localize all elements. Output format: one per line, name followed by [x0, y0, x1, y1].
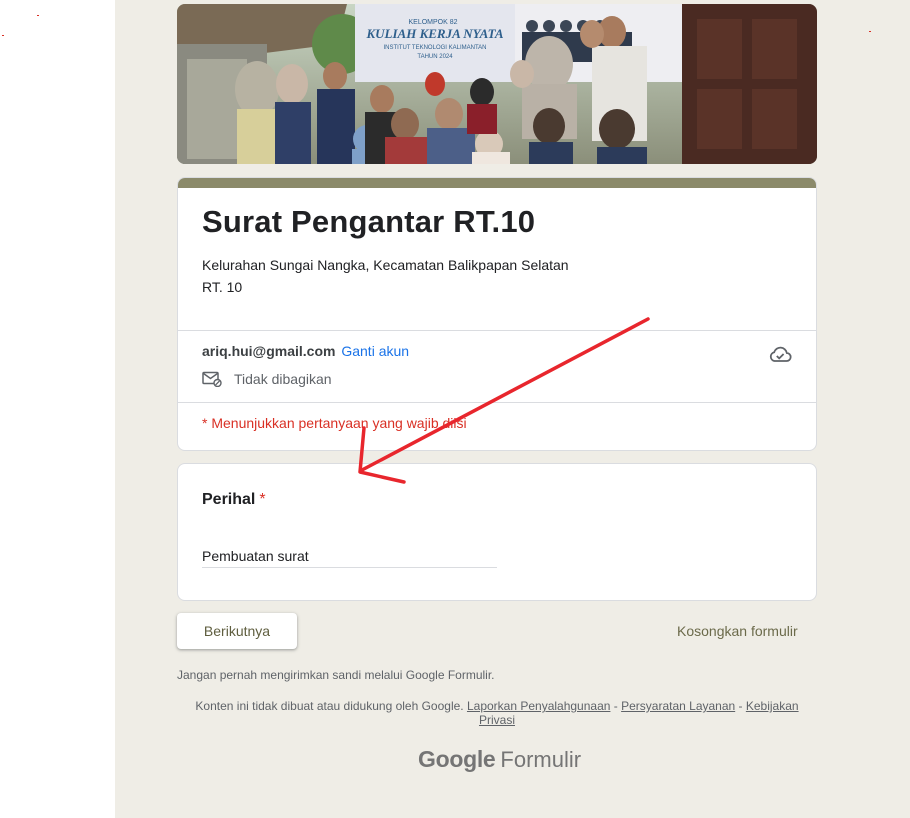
brand-google: Google — [418, 746, 496, 772]
required-asterisk: * — [259, 491, 266, 508]
google-forms-logo[interactable]: Google Formulir — [418, 746, 581, 773]
switch-account-link[interactable]: Ganti akun — [341, 343, 409, 359]
answer-input[interactable] — [202, 544, 497, 568]
question-card: Perihal * — [177, 463, 817, 601]
password-warning: Jangan pernah mengirimkan sandi melalui … — [177, 668, 495, 682]
mail-not-shared-icon — [202, 371, 222, 387]
form-header-image: KELOMPOK 82 KULIAH KERJA NYATA INSTITUT … — [177, 4, 817, 164]
share-status-text: Tidak dibagikan — [234, 371, 332, 387]
title-accent-bar — [178, 178, 816, 188]
footer-disclaimer: Konten ini tidak dibuat atau didukung ol… — [177, 699, 817, 727]
footer-separator: - — [610, 699, 622, 713]
banner-text-group: KELOMPOK 82 — [408, 19, 457, 26]
stray-mark — [869, 31, 871, 32]
brand-product: Formulir — [500, 747, 582, 772]
question-title: Perihal — [202, 491, 256, 508]
banner-text-year: TAHUN 2024 — [417, 54, 453, 60]
question-label: Perihal * — [202, 491, 266, 509]
divider — [178, 402, 816, 403]
disclaimer-text: Konten ini tidak dibuat atau didukung ol… — [195, 699, 464, 713]
required-note: * Menunjukkan pertanyaan yang wajib diis… — [202, 415, 467, 431]
form-description-line: RT. 10 — [202, 279, 243, 295]
account-row: ariq.hui@gmail.com Ganti akun — [202, 343, 409, 359]
report-abuse-link[interactable]: Laporkan Penyalahgunaan — [467, 699, 610, 713]
banner-text-institute: INSTITUT TEKNOLOGI KALIMANTAN — [383, 45, 486, 51]
form-title-card: Surat Pengantar RT.10 Kelurahan Sungai N… — [177, 177, 817, 451]
footer-separator: - — [735, 699, 746, 713]
cloud-done-icon — [769, 346, 792, 362]
terms-link[interactable]: Persyaratan Layanan — [621, 699, 735, 713]
account-email: ariq.hui@gmail.com — [202, 343, 336, 359]
next-button[interactable]: Berikutnya — [177, 613, 297, 649]
share-status-row: Tidak dibagikan — [202, 371, 332, 387]
form-title: Surat Pengantar RT.10 — [202, 204, 536, 239]
clear-form-button[interactable]: Kosongkan formulir — [677, 623, 798, 639]
divider — [178, 330, 816, 331]
banner-text-title: KULIAH KERJA NYATA — [365, 26, 503, 41]
form-description: Kelurahan Sungai Nangka, Kecamatan Balik… — [202, 254, 569, 298]
form-description-line: Kelurahan Sungai Nangka, Kecamatan Balik… — [202, 257, 569, 273]
stray-mark — [37, 15, 39, 16]
stray-mark — [2, 35, 4, 36]
